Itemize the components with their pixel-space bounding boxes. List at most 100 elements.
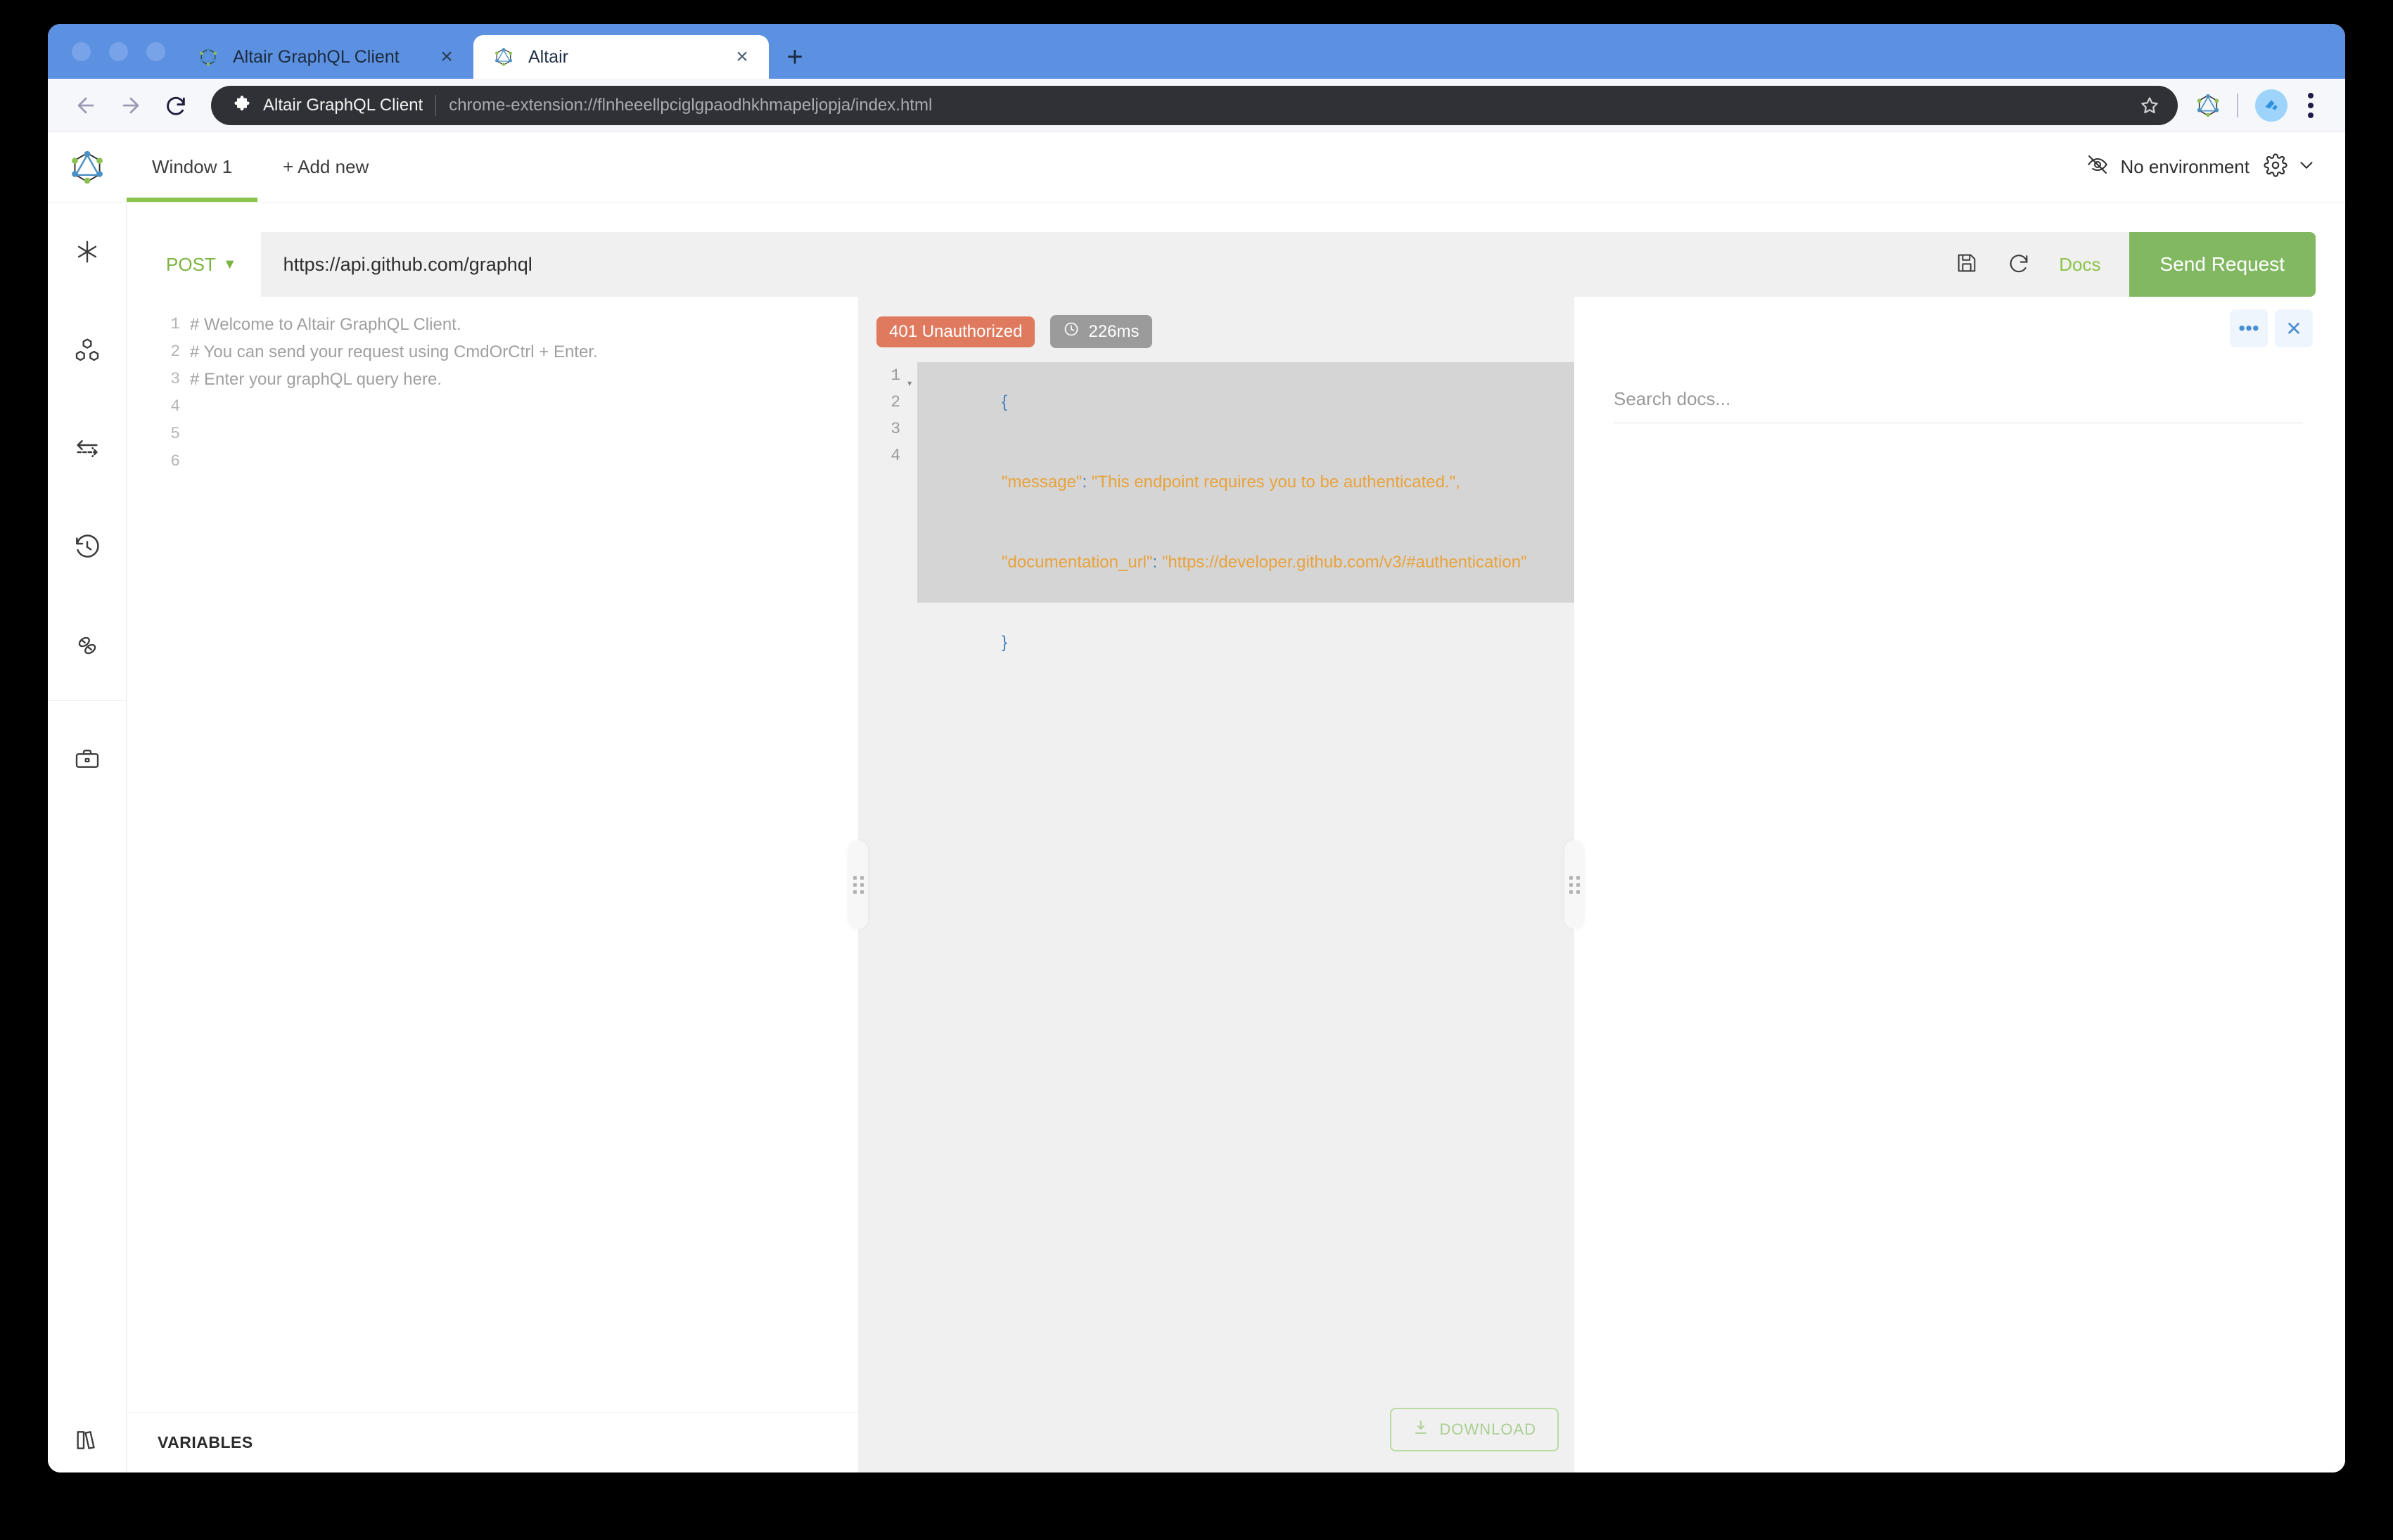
browser-toolbar: Altair GraphQL Client chrome-extension:/… [48, 79, 2345, 132]
request-bar-wrap: POST ▼ https://api.github.com/graphql Do… [127, 203, 2345, 297]
line-number: 2 [170, 342, 180, 361]
tab-close-icon[interactable]: × [433, 43, 461, 71]
response-code: { "message": "This endpoint requires you… [905, 362, 1574, 1408]
line-number: 3 [891, 420, 900, 438]
altair-app: Window 1 + Add new No environment POST ▼… [48, 132, 2345, 1472]
history-clock-icon[interactable] [48, 518, 127, 577]
line-number: 6 [170, 452, 180, 470]
reload-icon[interactable] [2007, 251, 2031, 278]
app-body: POST ▼ https://api.github.com/graphql Do… [48, 203, 2345, 1472]
response-editor[interactable]: 1 ▾ 2 3 4 {"message": "This endpoint re… [858, 348, 1574, 1408]
address-bar[interactable]: Altair GraphQL Client chrome-extension:/… [211, 85, 2178, 125]
query-pane: 1 2 3 4 5 6 # Welcome to Altair GraphQL … [127, 297, 858, 1472]
line-number: 5 [170, 425, 180, 443]
json-key: "documentation_url" [1002, 553, 1153, 572]
docs-search-input[interactable] [1614, 383, 2303, 423]
chevron-down-icon [2296, 155, 2317, 179]
response-line: { [917, 362, 1574, 442]
add-new-window-button[interactable]: + Add new [257, 132, 394, 202]
extension-puzzle-icon [232, 95, 253, 116]
line-number: 1 [170, 315, 180, 333]
fold-caret-icon[interactable]: ▾ [906, 371, 913, 397]
editor-panes: 1 2 3 4 5 6 # Welcome to Altair GraphQL … [127, 297, 2345, 1472]
chrome-menu-icon[interactable] [2295, 86, 2327, 124]
save-floppy-icon[interactable] [1955, 251, 1979, 278]
json-open-brace: { [1002, 392, 1008, 411]
docs-star-icon[interactable] [48, 222, 127, 281]
send-request-button[interactable]: Send Request [2129, 232, 2316, 297]
http-method-selector[interactable]: POST ▼ [142, 232, 261, 297]
toolbox-briefcase-icon[interactable] [48, 729, 127, 788]
add-new-label: + Add new [283, 156, 369, 177]
sidebar-divider [48, 700, 127, 701]
response-footer: DOWNLOAD [858, 1408, 1574, 1472]
download-label: DOWNLOAD [1439, 1420, 1536, 1438]
response-time-badge: 226ms [1050, 315, 1152, 348]
window-close-button[interactable] [72, 41, 91, 61]
json-colon: : [1152, 553, 1162, 572]
collections-cubes-icon[interactable] [48, 321, 127, 380]
forward-button[interactable] [111, 86, 151, 125]
docs-toggle-button[interactable]: Docs [2059, 254, 2100, 276]
gear-icon [2264, 153, 2287, 181]
download-arrow-icon [1412, 1419, 1429, 1440]
altair-graphql-logo [48, 132, 127, 202]
window-minimize-button[interactable] [109, 41, 128, 61]
query-editor[interactable]: 1 2 3 4 5 6 # Welcome to Altair GraphQL … [127, 297, 858, 1412]
pane-resize-handle-left[interactable] [848, 840, 868, 929]
download-response-button[interactable]: DOWNLOAD [1390, 1408, 1559, 1451]
settings-button[interactable] [2264, 153, 2317, 181]
line-number-row: 1 ▾ [858, 362, 913, 390]
method-label: POST [166, 253, 216, 275]
response-time-label: 226ms [1088, 321, 1140, 341]
docs-pane: ••• ✕ [1574, 297, 2345, 1472]
omnibox-divider [435, 94, 437, 116]
request-url-input[interactable] [260, 232, 1927, 297]
browser-window: Altair GraphQL Client × Altair × + Altai… [48, 24, 2345, 1472]
clock-icon [1063, 321, 1080, 342]
response-line: } [917, 603, 1574, 683]
app-header: Window 1 + Add new No environment [48, 132, 2345, 203]
eye-slash-icon [2086, 153, 2109, 181]
response-meta: 401 Unauthorized 226ms [858, 297, 1574, 348]
new-tab-button[interactable]: + [774, 35, 815, 79]
browser-tab-1[interactable]: Altair GraphQL Client × [178, 35, 473, 79]
back-button[interactable] [66, 86, 106, 125]
reload-button[interactable] [156, 86, 196, 125]
variables-book-icon[interactable] [48, 1426, 127, 1454]
chevron-down-icon: ▼ [222, 256, 237, 272]
pane-resize-handle-right[interactable] [1564, 840, 1584, 929]
docs-close-button[interactable]: ✕ [2275, 309, 2313, 347]
line-number: 4 [170, 397, 180, 416]
grip-dots-icon [1569, 875, 1580, 894]
toolbar-divider [2237, 93, 2238, 117]
docs-more-options-button[interactable]: ••• [2230, 309, 2268, 347]
status-badge: 401 Unauthorized [876, 316, 1035, 347]
browser-tab-title: Altair [528, 46, 568, 67]
bookmark-star-icon[interactable] [2134, 90, 2165, 121]
query-code: # Welcome to Altair GraphQL Client. # Yo… [190, 311, 858, 1412]
window-maximize-button[interactable] [146, 41, 165, 61]
plugins-dna-icon[interactable] [48, 616, 127, 675]
pre-post-request-arrows-icon[interactable] [48, 419, 127, 478]
tab-close-icon[interactable]: × [728, 43, 756, 71]
graphql-logo-icon [492, 45, 516, 69]
browser-tab-2[interactable]: Altair × [473, 35, 769, 79]
docs-pane-actions: ••• ✕ [1602, 297, 2345, 347]
window-tab-1[interactable]: Window 1 [127, 132, 258, 202]
json-key: "message" [1002, 473, 1083, 492]
environment-selector[interactable]: No environment [2086, 153, 2250, 181]
line-number: 2 [891, 393, 900, 411]
line-number: 1 [891, 366, 900, 385]
browser-tab-title: Altair GraphQL Client [233, 46, 400, 67]
app-header-actions: No environment [2086, 132, 2345, 202]
json-value: "https://developer.github.com/v3/#authen… [1161, 553, 1527, 572]
profile-avatar-icon[interactable] [2255, 89, 2287, 122]
graphql-extension-icon[interactable] [2189, 86, 2227, 124]
variables-section-header[interactable]: VARIABLES [127, 1412, 858, 1472]
browser-tabstrip: Altair GraphQL Client × Altair × + [48, 24, 2345, 79]
request-bar-actions: Docs [1927, 232, 2129, 297]
json-close-brace: } [1002, 633, 1008, 652]
window-tabs: Window 1 + Add new [127, 132, 2086, 202]
docs-search-wrap [1602, 347, 2345, 423]
